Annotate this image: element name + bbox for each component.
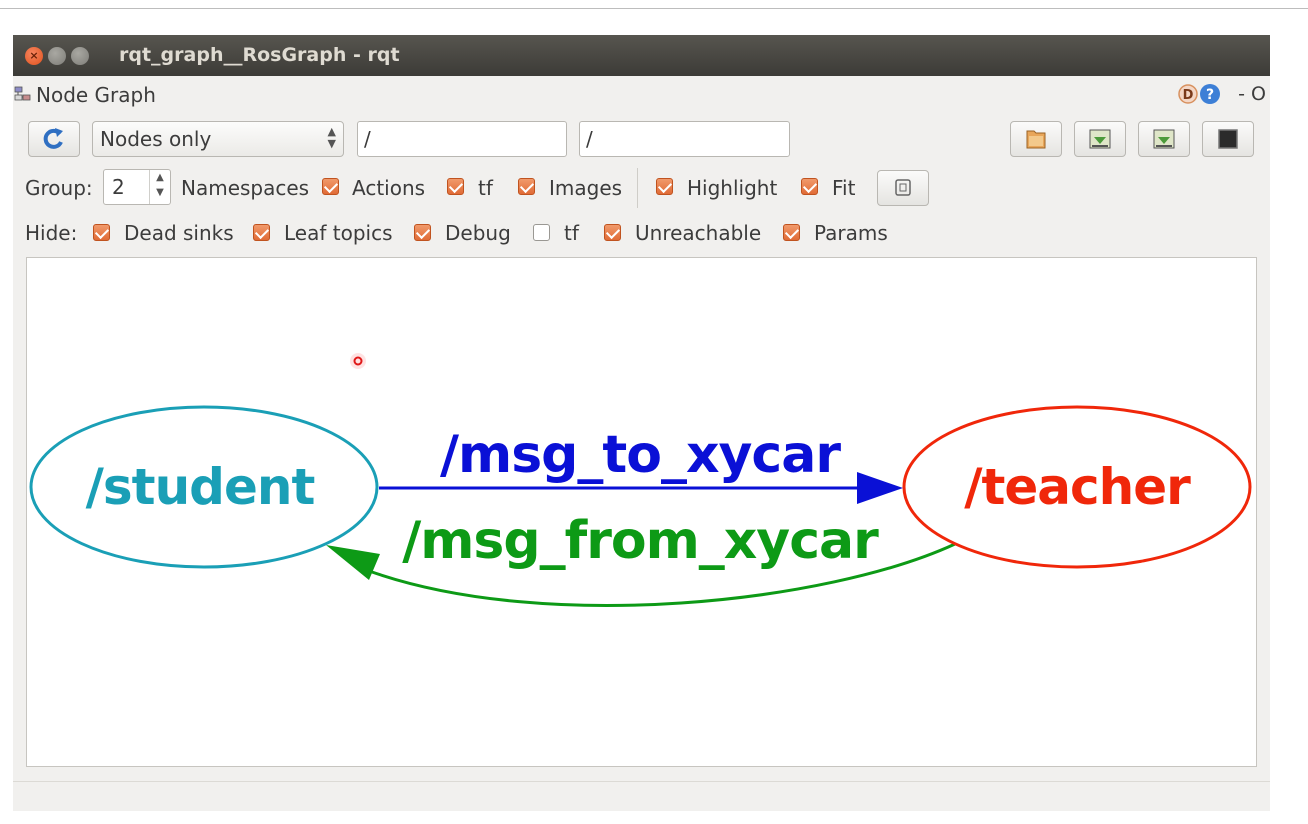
image-icon [1218,129,1238,149]
images-checkbox[interactable] [518,178,535,195]
cursor-indicator [350,353,366,369]
fit-label: Fit [832,176,856,200]
dead-sinks-label: Dead sinks [124,221,234,245]
chevron-updown-icon: ▲ ▼ [327,125,336,150]
close-icon: × [29,49,39,62]
actions-label: Actions [352,176,426,200]
actions-checkbox[interactable] [322,178,339,195]
graph-mode-value: Nodes only [100,127,212,151]
hide-label: Hide: [25,221,78,245]
filter-out-field[interactable] [579,121,790,157]
group-label: Group: [25,176,93,200]
window-maximize-button[interactable] [71,47,89,65]
highlight-label: Highlight [687,176,778,200]
refresh-button[interactable] [28,121,80,157]
images-label: Images [549,176,623,200]
load-dot-button[interactable] [1010,121,1062,157]
save-image-button[interactable] [1202,121,1254,157]
save-dot-button[interactable] [1074,121,1126,157]
plugin-header: Node Graph D ? - O [13,81,1270,109]
svg-text:D: D [1183,88,1194,103]
edge-label-msg-from-xycar: /msg_from_xycar [402,511,879,571]
node-label-student: /student [86,458,315,516]
highlight-checkbox[interactable] [656,178,673,195]
folder-open-icon [1026,130,1046,149]
fit-checkbox[interactable] [801,178,818,195]
group-spinbox[interactable]: 2 ▲ ▼ [103,169,171,205]
namespaces-label: Namespaces [181,176,310,200]
save-svg-icon [1153,129,1175,149]
fit-in-view-button[interactable] [877,170,929,206]
edge-label-msg-to-xycar: /msg_to_xycar [440,425,841,485]
svg-text:?: ? [1206,87,1214,103]
group-value: 2 [112,175,125,199]
refresh-icon [43,128,63,149]
group-tf-checkbox[interactable] [447,178,464,195]
debug-checkbox[interactable] [414,224,431,241]
leaf-topics-checkbox[interactable] [253,224,270,241]
separator [637,168,638,208]
unreachable-checkbox[interactable] [604,224,621,241]
unreachable-label: Unreachable [635,221,762,245]
save-image-icon [1089,129,1111,149]
graph-canvas[interactable]: /msg_to_xycar /msg_from_xycar /student /… [26,257,1257,767]
params-checkbox[interactable] [783,224,800,241]
status-bar [13,781,1270,811]
window-minimize-button[interactable] [48,47,66,65]
plugin-title: Node Graph [36,83,156,107]
node-graph-plugin-icon [14,86,31,101]
edge-msg-from-xycar-arrowhead [326,545,380,580]
spin-arrows-icon[interactable]: ▲ ▼ [149,170,170,204]
rqt-window: × rqt_graph__RosGraph - rqt Node Graph D… [13,35,1270,811]
save-svg-button[interactable] [1138,121,1190,157]
edge-msg-to-xycar-arrowhead [857,472,903,504]
plugin-help-icons[interactable]: D ? [1177,82,1225,106]
plugin-close-button[interactable]: - O [1238,83,1266,105]
window-close-button[interactable]: × [25,47,43,65]
graph-mode-select[interactable]: Nodes only ▲ ▼ [92,121,344,157]
debug-label: Debug [445,221,511,245]
screen-divider [0,8,1308,9]
hide-tf-checkbox[interactable] [533,224,550,241]
leaf-topics-label: Leaf topics [284,221,393,245]
node-label-teacher: /teacher [964,458,1191,516]
group-tf-label: tf [478,176,493,200]
filter-in-field[interactable] [357,121,567,157]
hide-tf-label: tf [564,221,579,245]
ros-graph[interactable]: /msg_to_xycar /msg_from_xycar /student /… [27,258,1256,766]
window-title: rqt_graph__RosGraph - rqt [119,44,400,66]
dead-sinks-checkbox[interactable] [93,224,110,241]
titlebar: × rqt_graph__RosGraph - rqt [13,35,1270,76]
fit-view-icon [895,179,911,196]
params-label: Params [814,221,888,245]
